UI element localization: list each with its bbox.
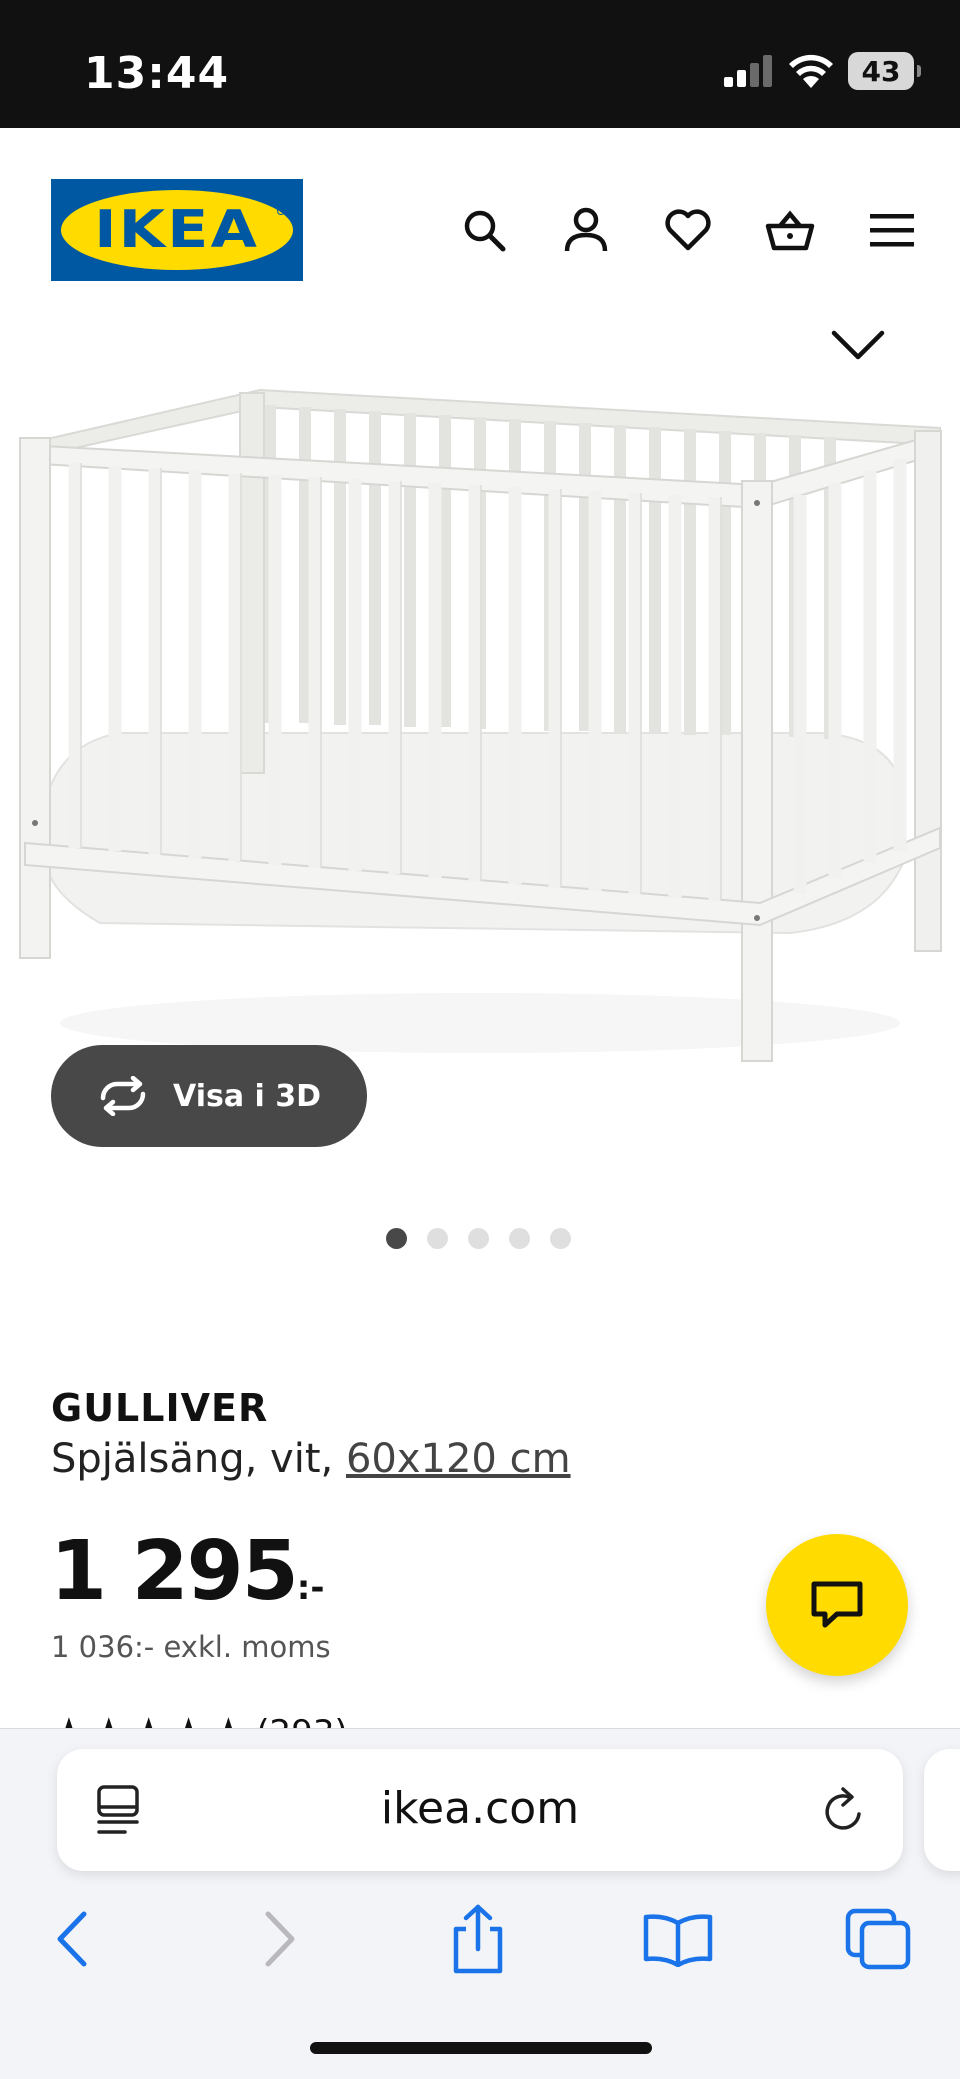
menu-icon[interactable] bbox=[864, 202, 920, 258]
reload-icon[interactable] bbox=[821, 1784, 867, 1836]
address-bar[interactable]: ikea.com bbox=[57, 1749, 903, 1871]
tabs-icon bbox=[845, 1908, 911, 1970]
tabs-button[interactable] bbox=[838, 1899, 918, 1979]
gallery-dot[interactable] bbox=[386, 1228, 407, 1249]
heart-icon[interactable] bbox=[660, 202, 716, 258]
home-indicator bbox=[310, 2042, 652, 2054]
search-icon[interactable] bbox=[456, 202, 512, 258]
gallery-dot[interactable] bbox=[427, 1228, 448, 1249]
product-description: Spjälsäng, vit, 60x120 cm bbox=[51, 1436, 571, 1482]
size-link[interactable]: 60x120 cm bbox=[346, 1436, 571, 1482]
cellular-signal-icon bbox=[724, 55, 772, 87]
view-in-3d-button[interactable]: Visa i 3D bbox=[51, 1045, 367, 1147]
view-in-3d-label: Visa i 3D bbox=[173, 1078, 322, 1114]
next-tab-preview[interactable] bbox=[924, 1749, 960, 1871]
registered-mark-icon bbox=[277, 207, 285, 215]
status-time: 13:44 bbox=[84, 48, 230, 99]
chat-button[interactable] bbox=[766, 1534, 908, 1676]
battery-icon: 43 bbox=[848, 52, 921, 90]
product-price: 1 295:- bbox=[50, 1524, 325, 1619]
rotate-3d-icon bbox=[100, 1076, 146, 1116]
account-icon[interactable] bbox=[558, 202, 614, 258]
gallery-dot[interactable] bbox=[509, 1228, 530, 1249]
chat-icon bbox=[811, 1581, 863, 1628]
share-icon bbox=[453, 1904, 503, 1974]
price-main: 1 295 bbox=[50, 1524, 299, 1619]
product-name: GULLIVER bbox=[51, 1386, 269, 1430]
product-image[interactable] bbox=[0, 333, 960, 1073]
status-icons: 43 bbox=[724, 52, 921, 90]
bookmarks-icon bbox=[643, 1914, 713, 1967]
logo-text: IKEA bbox=[94, 200, 260, 260]
back-icon bbox=[57, 1911, 87, 1967]
product-description-text: Spjälsäng, vit, bbox=[51, 1436, 346, 1482]
header-icons bbox=[456, 202, 920, 258]
bookmarks-button[interactable] bbox=[638, 1899, 718, 1979]
logo-oval: IKEA bbox=[61, 190, 293, 270]
share-button[interactable] bbox=[438, 1899, 518, 1979]
browser-bottom-bar: ikea.com bbox=[0, 1728, 960, 2079]
url-text: ikea.com bbox=[380, 1783, 580, 1834]
price-suffix: :- bbox=[296, 1568, 325, 1608]
back-button[interactable] bbox=[32, 1899, 112, 1979]
forward-button[interactable] bbox=[240, 1899, 320, 1979]
price-ex-vat: 1 036:- exkl. moms bbox=[51, 1630, 331, 1664]
gallery-dot[interactable] bbox=[550, 1228, 571, 1249]
forward-icon bbox=[265, 1911, 295, 1967]
site-header: IKEA bbox=[0, 128, 960, 333]
gallery-dot[interactable] bbox=[468, 1228, 489, 1249]
wifi-icon bbox=[789, 54, 833, 88]
battery-level: 43 bbox=[861, 54, 901, 88]
chevron-down-icon[interactable] bbox=[830, 325, 886, 365]
cart-icon[interactable] bbox=[762, 202, 818, 258]
ikea-logo[interactable]: IKEA bbox=[51, 179, 303, 281]
status-bar: 13:44 43 bbox=[0, 0, 960, 128]
gallery-pagination bbox=[386, 1228, 571, 1249]
